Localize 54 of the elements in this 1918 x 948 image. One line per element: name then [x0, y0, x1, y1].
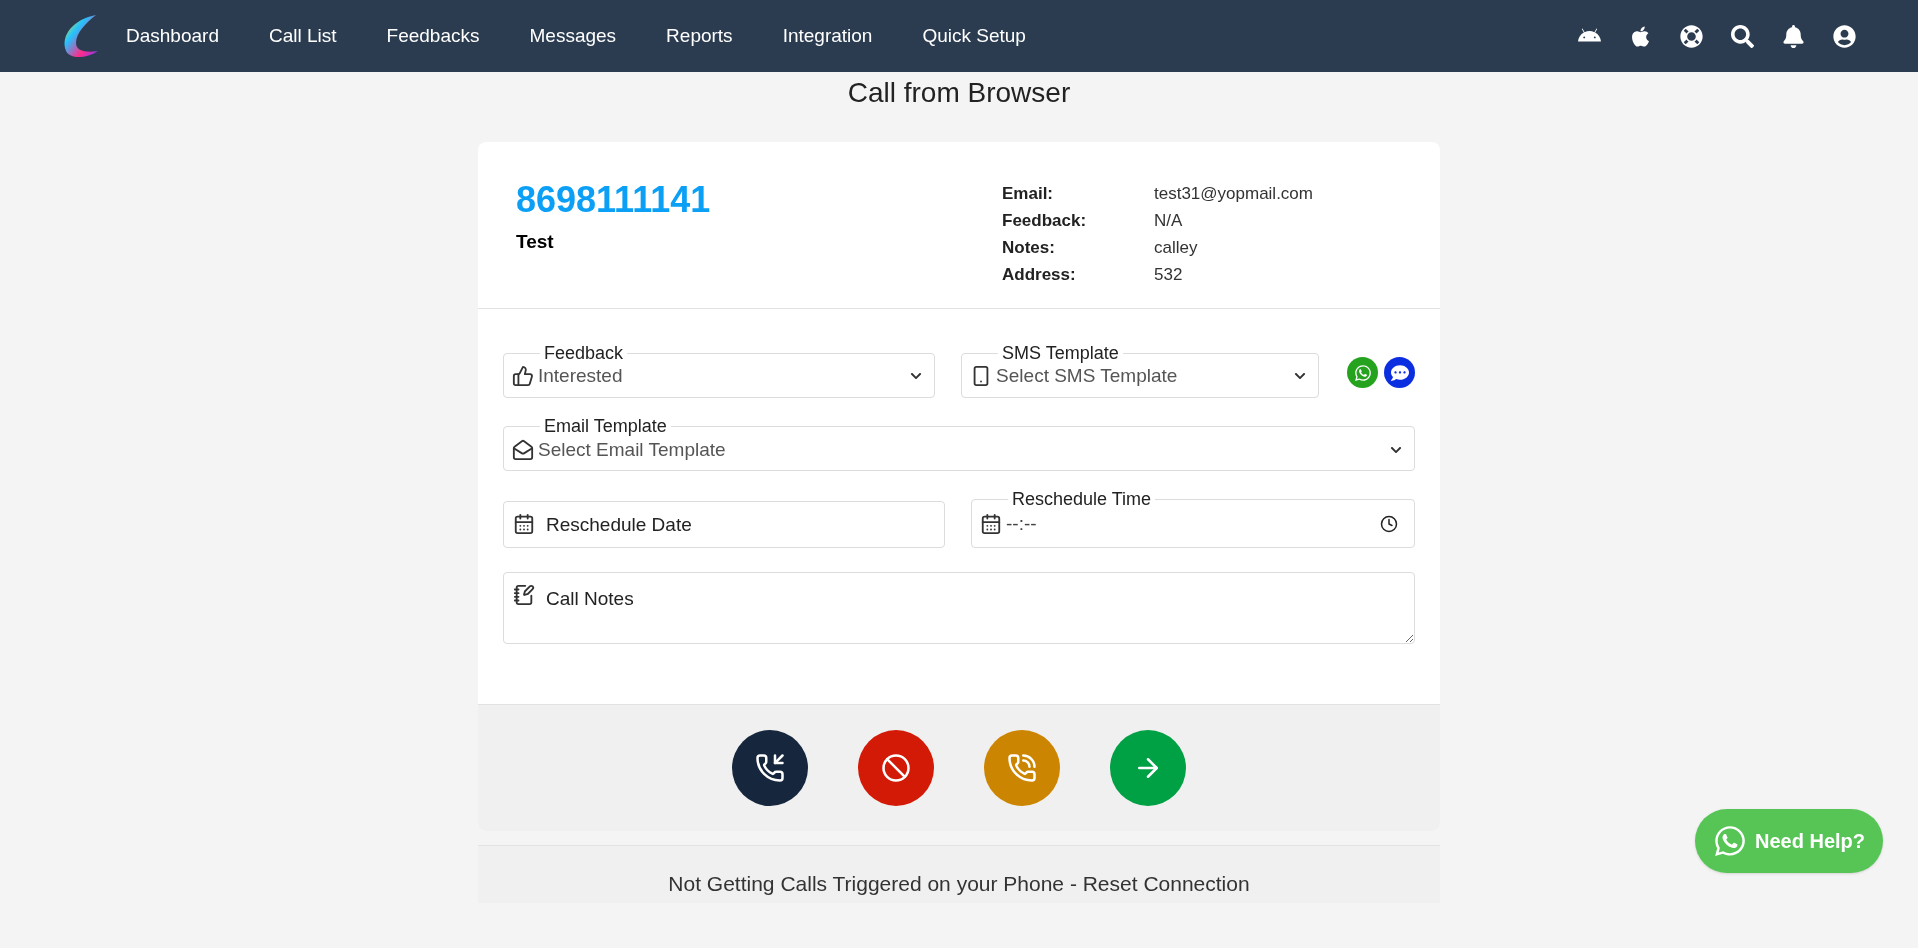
chat-icon — [1390, 363, 1409, 382]
time-field[interactable]: Reschedule Time --:-- — [971, 489, 1415, 548]
clock-icon[interactable] — [1380, 515, 1398, 533]
lifebuoy-icon[interactable] — [1680, 24, 1703, 48]
calendar-icon — [513, 513, 535, 535]
time-value: --:-- — [1006, 511, 1038, 536]
nav-link[interactable]: Dashboard — [126, 21, 219, 51]
detail-value: test31@yopmail.com — [1154, 183, 1314, 205]
detail-label: Notes: — [1002, 237, 1056, 259]
detail-label: Feedback: — [1002, 210, 1088, 232]
whatsapp-icon — [1713, 824, 1747, 858]
thumbs-up-icon — [512, 365, 534, 387]
phone-icon — [755, 753, 785, 783]
detail-label: Address: — [1002, 264, 1077, 286]
field-label: Feedback — [543, 343, 625, 363]
select-value: Select SMS Template — [996, 363, 1179, 388]
field-label: Reschedule Time — [1011, 489, 1153, 509]
feedback-select[interactable]: Feedback Interested — [503, 343, 936, 398]
block-icon — [881, 753, 911, 783]
phone-number: 8698111141 — [516, 180, 712, 220]
envelope-icon — [512, 439, 534, 462]
date-field[interactable]: Reschedule Date — [503, 501, 945, 548]
detail-value: calley — [1154, 237, 1199, 259]
bell-icon[interactable] — [1782, 24, 1805, 48]
whatsapp-icon — [1353, 363, 1372, 382]
detail-label: Email: — [1002, 183, 1055, 205]
nav-link[interactable]: Quick Setup — [922, 21, 1026, 51]
user-icon[interactable] — [1833, 24, 1856, 48]
calendar-icon — [980, 513, 1002, 535]
field-label: SMS Template — [1001, 343, 1120, 363]
nav-link[interactable]: Integration — [782, 21, 873, 51]
nav-link[interactable]: Feedbacks — [386, 21, 480, 51]
search-icon[interactable] — [1731, 24, 1754, 48]
nav-link[interactable]: Call List — [268, 21, 337, 51]
chevron-icon — [1294, 370, 1306, 382]
contact-name: Test — [516, 230, 555, 254]
chat-button[interactable] — [1384, 357, 1415, 388]
whatsapp-button[interactable] — [1347, 357, 1378, 388]
select-value: Select Email Template — [538, 438, 727, 462]
nav-link[interactable]: Reports — [666, 21, 733, 51]
call-notes-field[interactable]: Call Notes — [503, 572, 1415, 644]
field-label: Email Template — [543, 416, 668, 436]
page-title: Call from Browser — [846, 76, 1072, 110]
nav-link[interactable]: Messages — [529, 21, 617, 51]
email-template-select[interactable]: Email Template Select Email Template — [503, 416, 1415, 471]
select-value: Interested — [538, 363, 624, 388]
notes-icon — [513, 584, 535, 606]
chevron-icon — [910, 370, 923, 382]
reset-connection-text: Not Getting Calls Triggered on your Phone - Reset Connection — [668, 870, 1250, 897]
detail-value: 532 — [1154, 264, 1184, 286]
sms-template-select[interactable]: SMS Template Select SMS Template — [961, 343, 1319, 398]
phone-icon — [1007, 753, 1037, 783]
apple-icon[interactable] — [1629, 24, 1652, 48]
detail-value: N/A — [1154, 210, 1184, 232]
